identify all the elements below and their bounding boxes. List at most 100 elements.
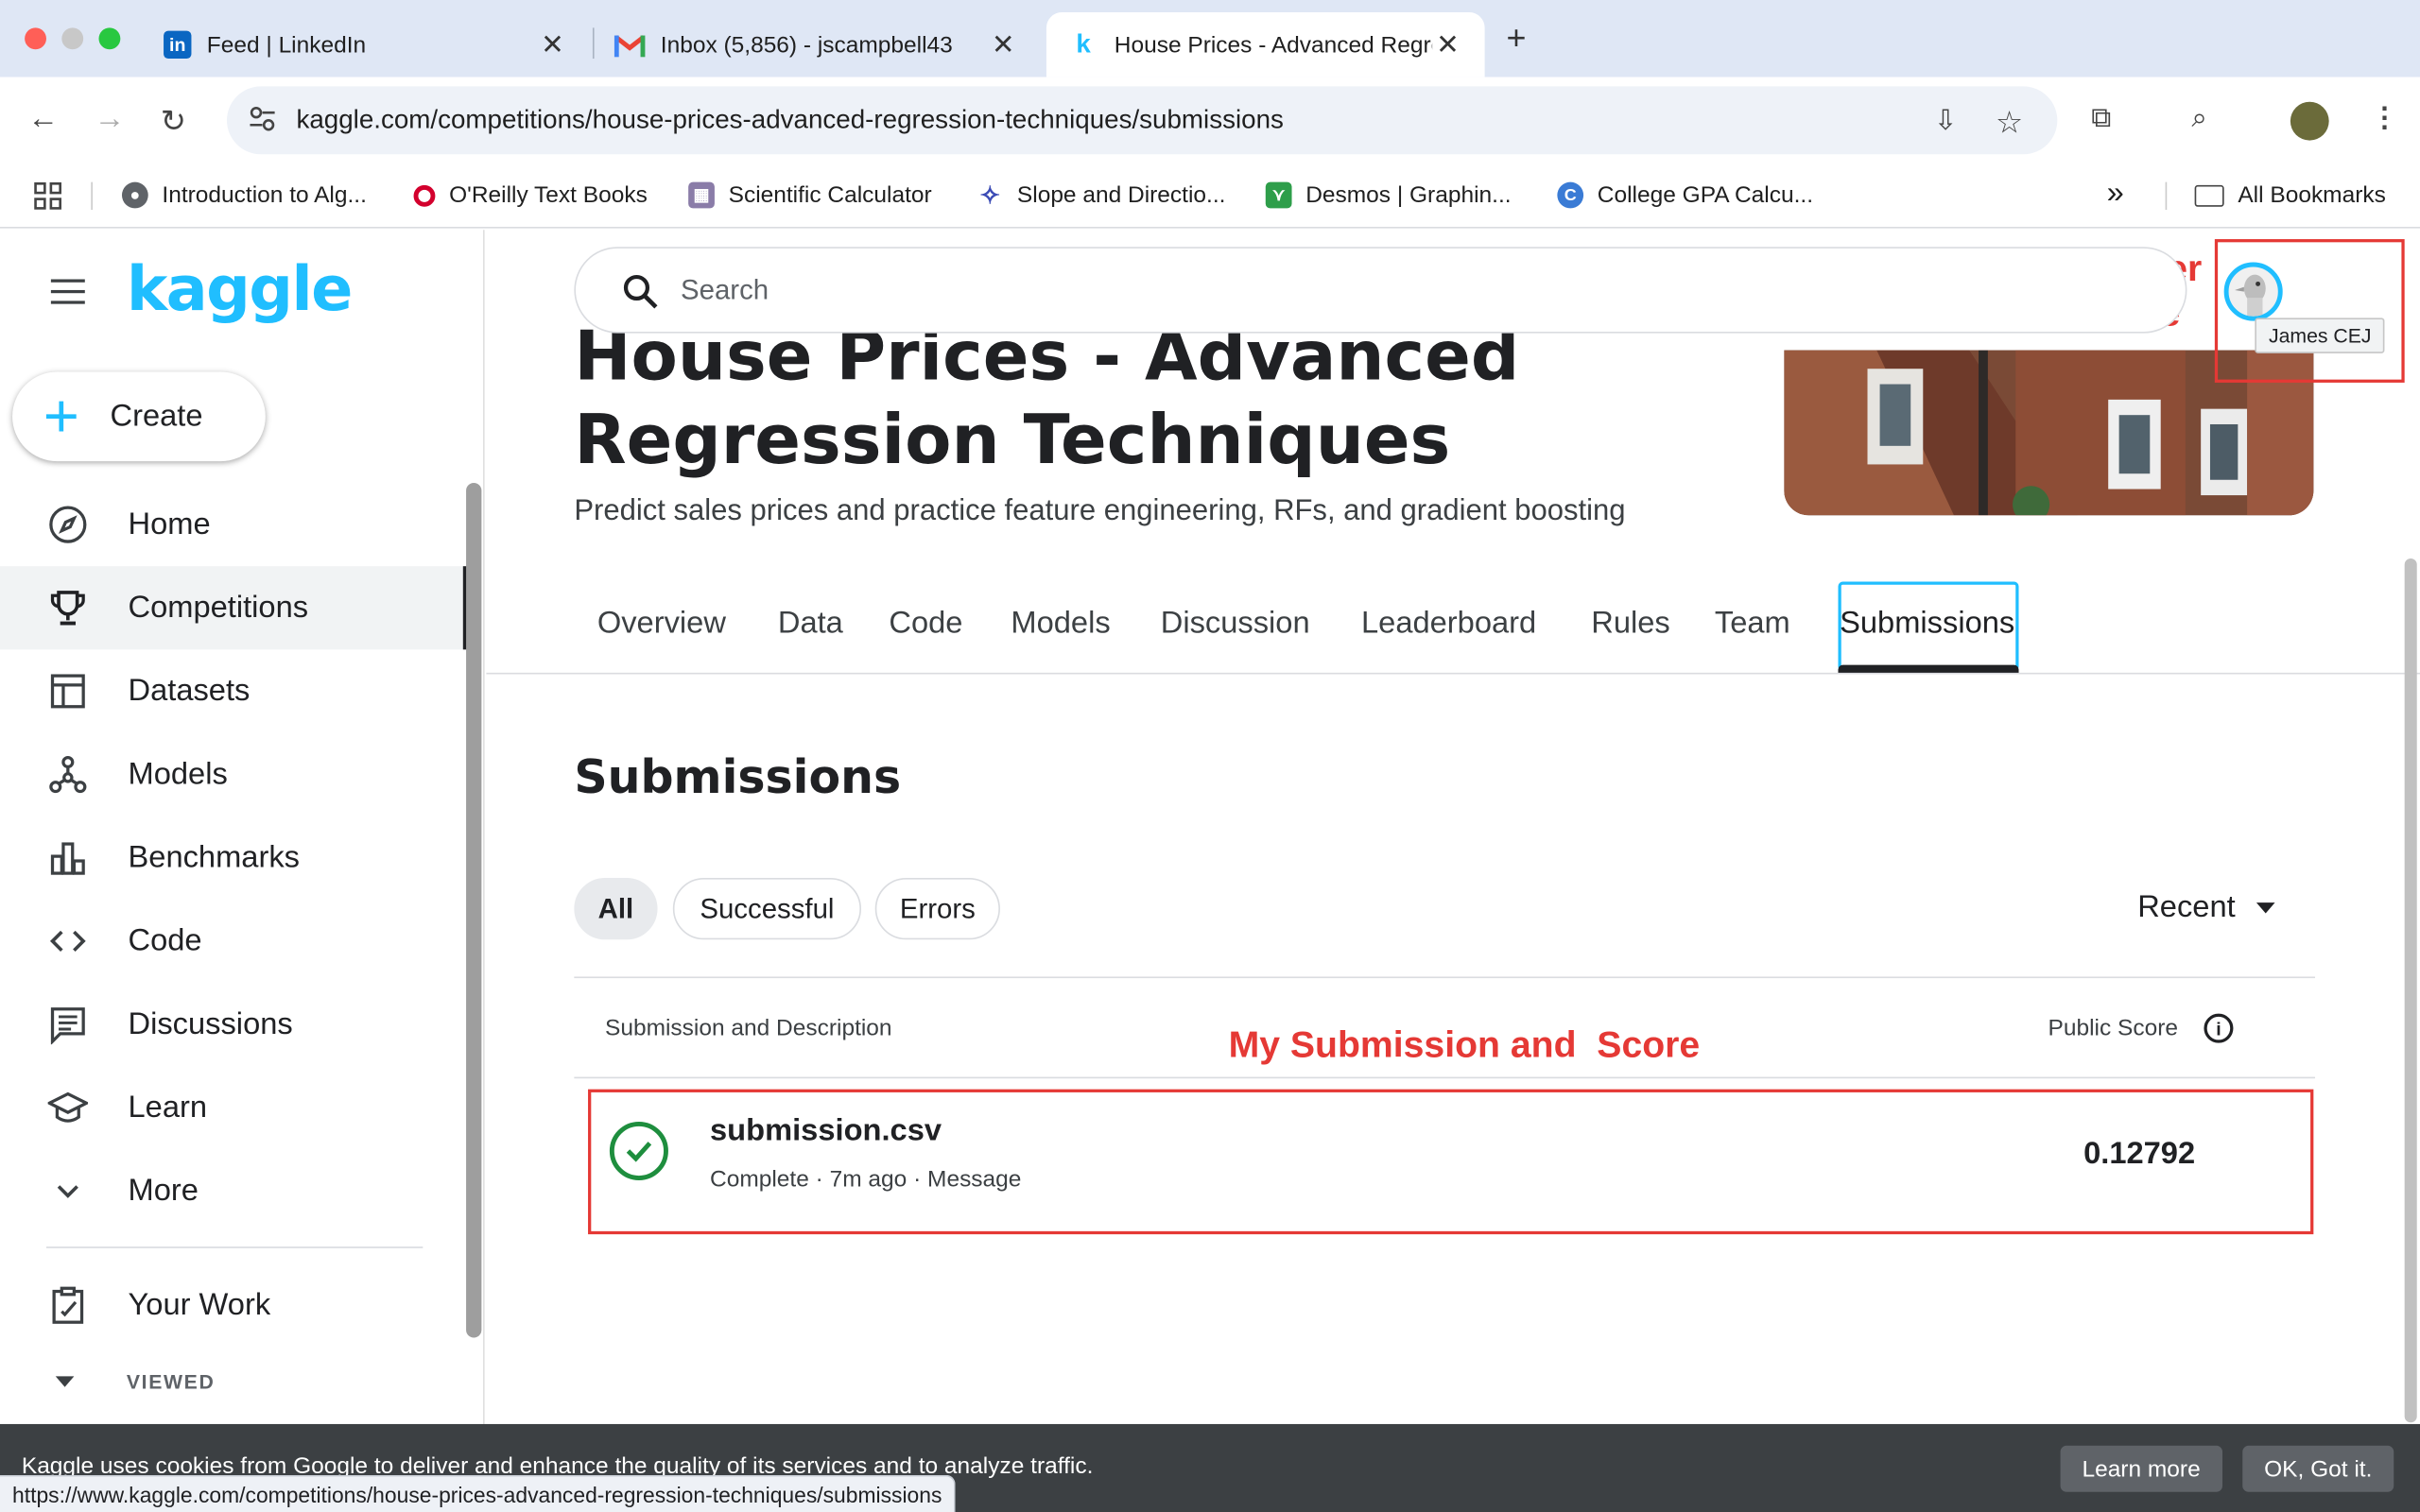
kaggle-sidebar: kaggle + Create Home Competitions Datase… [0,230,485,1424]
sidebar-item-your-work[interactable]: Your Work [0,1263,469,1347]
bookmark-desmos[interactable]: ⋎ Desmos | Graphin... [1265,181,1512,209]
sidebar-item-benchmarks[interactable]: Benchmarks [0,816,469,900]
sort-label: Recent [2137,890,2236,924]
install-app-icon[interactable]: ⇩ [1934,105,1958,137]
tab-search-icon[interactable]: ⌕ [2191,102,2206,134]
forward-arrow-icon[interactable]: → [95,102,126,138]
sidebar-item-code[interactable]: Code [0,900,469,983]
bookmark-sci-calc[interactable]: ▦ Scientific Calculator [688,181,932,209]
tab-close-icon[interactable]: ✕ [1432,28,1463,60]
maximize-window-button[interactable] [98,27,121,50]
reload-icon[interactable]: ↻ [161,102,186,141]
sparkle-icon: ✧ [977,181,1004,209]
bookmark-label: O'Reilly Text Books [449,181,648,209]
sidebar-item-label: Discussions [128,1006,293,1041]
competition-subtitle: Predict sales prices and practice featur… [574,495,1626,528]
bookmarks-separator [2165,181,2168,211]
bookmark-label: College GPA Calcu... [1597,181,1814,209]
bookmark-oreilly[interactable]: O'Reilly Text Books [413,181,648,209]
sidebar-item-models[interactable]: Models [0,733,469,816]
tab-overview[interactable]: Overview [597,607,726,643]
bar-chart-icon [46,836,90,880]
search-bar[interactable]: Search [574,247,2187,334]
tab-team[interactable]: Team [1715,607,1790,643]
tab-models[interactable]: Models [1011,607,1110,643]
minimize-window-button[interactable] [61,27,84,50]
filter-successful-chip[interactable]: Successful [672,877,862,940]
close-window-button[interactable] [25,27,46,50]
search-input[interactable]: Search [681,275,769,307]
bookmark-label: Slope and Directio... [1016,181,1226,209]
bookmark-label: Scientific Calculator [728,181,932,209]
annotation-submission-label: My Submission and Score [1228,1024,1701,1067]
create-button[interactable]: + Create [12,371,266,462]
sidebar-item-discussions[interactable]: Discussions [0,983,469,1066]
bookmark-gpa[interactable]: C College GPA Calcu... [1557,181,1814,209]
browser-tab-gmail[interactable]: Inbox (5,856) - jscampbell43 ✕ [593,12,1040,77]
column-header-public-score: Public Score [2048,1015,2179,1042]
viewed-section-toggle[interactable]: VIEWED [46,1370,215,1393]
learn-more-button[interactable]: Learn more [2060,1445,2222,1492]
bookmarks-separator [91,181,93,211]
clipboard-icon [46,1283,90,1327]
filter-all-chip[interactable]: All [574,877,658,940]
browser-tab-kaggle[interactable]: k House Prices - Advanced Regression Tec… [1046,12,1485,77]
ok-got-it-button[interactable]: OK, Got it. [2242,1445,2394,1492]
table-icon [46,670,90,713]
profile-avatar[interactable] [2290,101,2329,141]
sidebar-item-datasets[interactable]: Datasets [0,649,469,732]
user-name-tooltip: James CEJ [2255,318,2386,353]
tab-close-icon[interactable]: ✕ [537,28,568,60]
competition-title: House Prices - Advanced Regression Techn… [574,317,1747,483]
menu-kebab-icon[interactable]: ⋮ [2371,102,2398,134]
tab-title: Inbox (5,856) - jscampbell43 [660,31,953,59]
back-arrow-icon[interactable]: ← [27,102,59,138]
sidebar-item-label: Code [128,923,202,958]
page-scrollbar[interactable] [2404,558,2417,1423]
apps-grid-icon[interactable] [34,181,61,210]
more-bookmarks-button[interactable]: » [2107,176,2124,212]
sidebar-item-learn[interactable]: Learn [0,1066,469,1149]
competition-title-line2: Regression Techniques [574,401,1451,480]
caret-down-icon [55,1376,75,1387]
sidebar-item-competitions[interactable]: Competitions [0,566,470,650]
sidebar-item-home[interactable]: Home [0,483,469,566]
sidebar-scrollbar[interactable] [466,483,482,1338]
bookmark-intro-alg[interactable]: ● Introduction to Alg... [121,181,367,209]
site-settings-icon[interactable] [249,105,276,132]
models-icon [46,753,90,797]
bookmark-star-icon[interactable]: ☆ [1996,103,2023,142]
sort-dropdown[interactable]: Recent [2137,890,2276,926]
sidebar-item-label: Your Work [128,1287,271,1322]
code-icon [46,919,90,963]
gmail-icon [614,29,646,60]
new-tab-button[interactable]: + [1506,19,1526,59]
extensions-icon[interactable]: ⧉ [2091,102,2111,134]
all-bookmarks-button[interactable]: All Bookmarks [2194,182,2386,208]
tab-data[interactable]: Data [778,607,843,643]
tab-code[interactable]: Code [889,607,962,643]
bookmark-slope[interactable]: ✧ Slope and Directio... [977,181,1226,209]
submissions-heading: Submissions [574,751,902,806]
sidebar-item-more[interactable]: More [0,1149,469,1232]
tab-leaderboard[interactable]: Leaderboard [1361,607,1536,643]
linkedin-icon: in [164,30,192,60]
filter-errors-chip[interactable]: Errors [874,877,1000,940]
bookmarks-bar: ● Introduction to Alg... O'Reilly Text B… [0,163,2420,229]
desmos-icon: ⋎ [1265,181,1292,209]
tab-close-icon[interactable]: ✕ [988,28,1019,60]
info-icon[interactable]: i [2204,1013,2234,1043]
address-bar[interactable]: kaggle.com/competitions/house-prices-adv… [226,86,2058,155]
hamburger-menu-icon[interactable] [50,279,85,312]
tab-discussion[interactable]: Discussion [1161,607,1310,643]
search-icon [623,274,658,309]
viewed-label: VIEWED [126,1369,216,1394]
tab-rules[interactable]: Rules [1591,607,1669,643]
sidebar-item-label: Models [128,756,228,791]
user-avatar[interactable] [2223,262,2283,321]
annotation-submission-box [588,1089,2314,1235]
kaggle-logo[interactable]: kaggle [127,254,354,325]
comment-icon [46,1003,90,1046]
tab-submissions[interactable]: Submissions [1840,607,2014,643]
browser-tab-linkedin[interactable]: in Feed | LinkedIn ✕ [142,12,589,77]
